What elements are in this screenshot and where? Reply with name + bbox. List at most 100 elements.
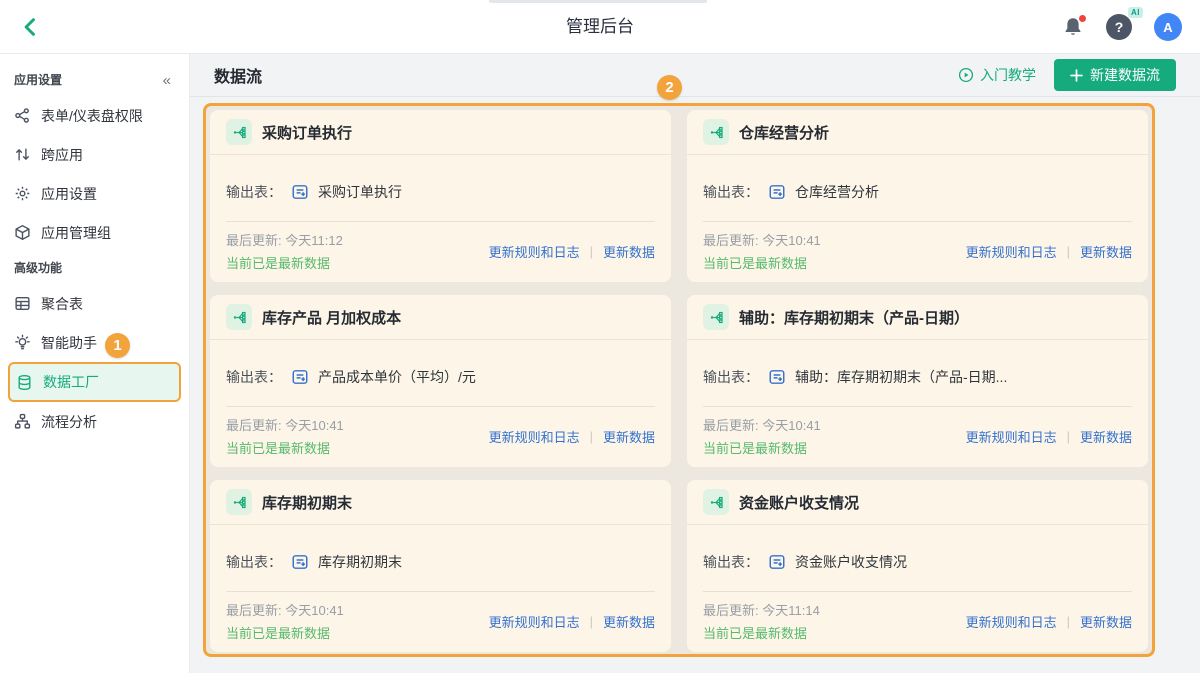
update-rules-log-link[interactable]: 更新规则和日志 — [966, 427, 1057, 446]
dataflow-card-warehouse-analysis[interactable]: 仓库经营分析 输出表： 仓库经营分析 最后更新: 今天10:41 当前已是最新数… — [687, 110, 1148, 282]
last-updated-text: 最后更新: 今天10:41 — [226, 600, 344, 619]
plus-icon — [1070, 69, 1083, 82]
link-separator: | — [590, 614, 593, 629]
notification-dot — [1078, 14, 1087, 23]
last-updated-text: 最后更新: 今天10:41 — [703, 415, 821, 434]
link-separator: | — [590, 244, 593, 259]
assistant-bulb-icon — [14, 334, 31, 351]
dataflow-merge-icon — [703, 119, 729, 145]
dataflow-card-aux-inventory-period[interactable]: 辅助：库存期初期末（产品-日期） 输出表： 辅助：库存期初期末（产品-日期...… — [687, 295, 1148, 467]
status-text: 当前已是最新数据 — [703, 438, 821, 457]
update-data-link[interactable]: 更新数据 — [603, 242, 655, 261]
card-title: 库存产品 月加权成本 — [262, 307, 401, 328]
user-avatar[interactable]: A — [1154, 13, 1182, 41]
status-text: 当前已是最新数据 — [703, 253, 821, 272]
link-separator: | — [590, 429, 593, 444]
output-table-label: 输出表： — [703, 367, 759, 387]
sidebar: « 应用设置 表单/仪表盘权限 跨应用 应用设置 应用管理组 — [0, 54, 190, 673]
output-table-name[interactable]: 资金账户收支情况 — [795, 552, 907, 572]
last-updated-text: 最后更新: 今天10:41 — [703, 230, 821, 249]
table-icon — [768, 553, 786, 571]
card-title: 辅助：库存期初期末（产品-日期） — [739, 307, 969, 328]
sidebar-item-process-analysis[interactable]: 流程分析 — [0, 402, 189, 441]
table-icon — [768, 368, 786, 386]
update-rules-log-link[interactable]: 更新规则和日志 — [966, 612, 1057, 631]
output-table-name[interactable]: 辅助：库存期初期末（产品-日期... — [795, 367, 1007, 387]
dataflow-card-fund-account[interactable]: 资金账户收支情况 输出表： 资金账户收支情况 最后更新: 今天11:14 当前已… — [687, 480, 1148, 652]
sidebar-item-cross-app[interactable]: 跨应用 — [0, 135, 189, 174]
dataflow-card-purchase-order[interactable]: 采购订单执行 输出表： 采购订单执行 最后更新: 今天11:12 当前已是最新数… — [210, 110, 671, 282]
sidebar-item-label: 跨应用 — [41, 145, 83, 165]
dataflow-merge-icon — [703, 304, 729, 330]
status-text: 当前已是最新数据 — [226, 623, 344, 642]
table-icon — [768, 183, 786, 201]
sidebar-item-app-settings[interactable]: 应用设置 — [0, 174, 189, 213]
table-icon — [291, 183, 309, 201]
update-data-link[interactable]: 更新数据 — [1080, 612, 1132, 631]
card-title: 仓库经营分析 — [739, 122, 829, 143]
sidebar-item-label: 应用设置 — [41, 184, 97, 204]
page-header-title: 管理后台 — [0, 0, 1200, 54]
status-text: 当前已是最新数据 — [703, 623, 820, 642]
update-rules-log-link[interactable]: 更新规则和日志 — [489, 612, 580, 631]
update-data-link[interactable]: 更新数据 — [1080, 427, 1132, 446]
dataflow-merge-icon — [703, 489, 729, 515]
dataflow-merge-icon — [226, 119, 252, 145]
update-rules-log-link[interactable]: 更新规则和日志 — [966, 242, 1057, 261]
output-table-label: 输出表： — [226, 182, 282, 202]
help-button[interactable]: ? AI — [1106, 14, 1132, 40]
output-table-label: 输出表： — [226, 367, 282, 387]
page-title: 数据流 — [214, 63, 262, 87]
new-dataflow-label: 新建数据流 — [1090, 65, 1160, 85]
annotation-badge-1: 1 — [105, 333, 130, 358]
update-data-link[interactable]: 更新数据 — [603, 612, 655, 631]
annotation-badge-2: 2 — [657, 75, 682, 100]
tutorial-label: 入门教学 — [980, 65, 1036, 85]
sidebar-item-label: 表单/仪表盘权限 — [41, 106, 143, 126]
tutorial-link[interactable]: 入门教学 — [958, 65, 1036, 85]
ai-badge: AI — [1128, 7, 1143, 18]
sidebar-item-label: 流程分析 — [41, 412, 97, 432]
output-table-name[interactable]: 产品成本单价（平均）/元 — [318, 367, 476, 387]
table-icon — [291, 368, 309, 386]
sidebar-section-app-settings: 应用设置 — [0, 64, 189, 96]
dataflow-card-inventory-period[interactable]: 库存期初期末 输出表： 库存期初期末 最后更新: 今天10:41 当前已是最新数… — [210, 480, 671, 652]
sidebar-item-label: 数据工厂 — [43, 372, 99, 392]
update-rules-log-link[interactable]: 更新规则和日志 — [489, 427, 580, 446]
output-table-label: 输出表： — [703, 552, 759, 572]
link-separator: | — [1067, 614, 1070, 629]
aggregate-table-icon — [14, 295, 31, 312]
play-circle-icon — [958, 67, 974, 83]
database-icon — [16, 374, 33, 391]
notification-bell-button[interactable] — [1062, 16, 1084, 38]
output-table-name[interactable]: 库存期初期末 — [318, 552, 402, 572]
sidebar-item-data-factory[interactable]: 数据工厂 — [8, 362, 181, 402]
sidebar-item-app-management-group[interactable]: 应用管理组 — [0, 213, 189, 252]
card-title: 采购订单执行 — [262, 122, 352, 143]
sidebar-item-form-dashboard-permissions[interactable]: 表单/仪表盘权限 — [0, 96, 189, 135]
update-data-link[interactable]: 更新数据 — [603, 427, 655, 446]
table-icon — [291, 553, 309, 571]
sidebar-item-smart-assistant[interactable]: 智能助手 — [0, 323, 189, 362]
new-dataflow-button[interactable]: 新建数据流 — [1054, 59, 1176, 91]
dataflow-merge-icon — [226, 489, 252, 515]
content-header: 数据流 入门教学 新建数据流 — [190, 54, 1200, 97]
sidebar-item-label: 智能助手 — [41, 333, 97, 353]
link-separator: | — [1067, 429, 1070, 444]
last-updated-text: 最后更新: 今天10:41 — [226, 415, 344, 434]
output-table-name[interactable]: 采购订单执行 — [318, 182, 402, 202]
update-rules-log-link[interactable]: 更新规则和日志 — [489, 242, 580, 261]
dataflow-card-grid: 采购订单执行 输出表： 采购订单执行 最后更新: 今天11:12 当前已是最新数… — [203, 103, 1155, 657]
dataflow-card-monthly-weighted-cost[interactable]: 库存产品 月加权成本 输出表： 产品成本单价（平均）/元 最后更新: 今天10:… — [210, 295, 671, 467]
output-table-name[interactable]: 仓库经营分析 — [795, 182, 879, 202]
question-mark-icon: ? — [1115, 19, 1124, 35]
update-data-link[interactable]: 更新数据 — [1080, 242, 1132, 261]
cube-icon — [14, 224, 31, 241]
status-text: 当前已是最新数据 — [226, 438, 344, 457]
sidebar-item-label: 应用管理组 — [41, 223, 111, 243]
dataflow-merge-icon — [226, 304, 252, 330]
sidebar-section-advanced: 高级功能 — [0, 252, 189, 284]
cross-app-arrows-icon — [14, 146, 31, 163]
sidebar-item-aggregate-table[interactable]: 聚合表 — [0, 284, 189, 323]
sidebar-collapse-button[interactable]: « — [163, 72, 171, 89]
